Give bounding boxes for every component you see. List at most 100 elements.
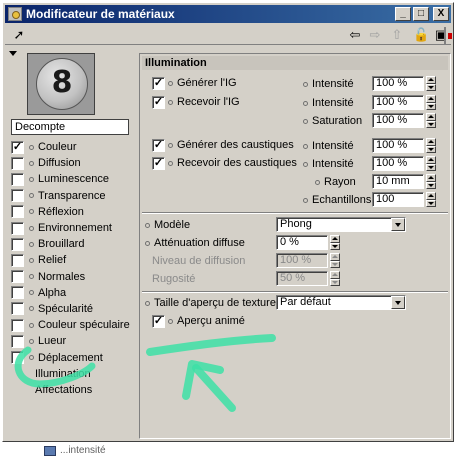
recevoir-caustiques-checkbox[interactable]: ✓ [152,156,165,170]
keyframe-dot[interactable] [29,322,34,328]
channel-item[interactable]: Relief [11,252,135,268]
saturation-field[interactable]: 100 % [372,113,424,128]
keyframe-dot[interactable] [168,99,173,105]
generer-caustiques-row[interactable]: ✓ Générer des caustiques [152,138,294,152]
gi-intensite-1-stepper[interactable] [426,76,436,91]
lock-icon[interactable]: 🔓 [413,27,429,43]
keyframe-dot[interactable] [29,290,34,296]
keyframe-dot[interactable] [29,355,34,361]
keyframe-dot[interactable] [168,142,173,148]
channel-checkbox[interactable]: ✓ [11,140,24,154]
material-preview[interactable]: 8 [27,53,95,115]
resize-handle[interactable] [444,27,452,45]
keyframe-dot[interactable] [145,222,150,228]
keyframe-dot[interactable] [29,274,34,280]
channel-item[interactable]: Brouillard [11,236,135,252]
c-intensite-1-field[interactable]: 100 % [372,138,424,153]
rayon-stepper[interactable] [426,174,436,189]
preview-menu-icon[interactable] [9,51,17,56]
recevoir-ig-row[interactable]: ✓ Recevoir l'IG [152,95,240,109]
channel-item[interactable]: Spécularité [11,301,135,317]
back-arrow-icon[interactable]: ⇦ [347,27,363,43]
c-intensite-2-field[interactable]: 100 % [372,156,424,171]
c-intensite-1-stepper[interactable] [426,138,436,153]
keyframe-dot[interactable] [29,193,34,199]
keyframe-dot[interactable] [29,338,34,344]
channel-item[interactable]: Environnement [11,220,135,236]
channel-item[interactable]: Diffusion [11,155,135,171]
echantillons-stepper[interactable] [426,192,436,207]
channel-checkbox[interactable] [11,302,24,316]
attenuation-stepper[interactable] [330,235,340,250]
keyframe-dot[interactable] [29,225,34,231]
taille-apercu-dropdown[interactable]: Par défaut [276,295,406,310]
titlebar[interactable]: Modificateur de matériaux _ □ X [5,5,451,23]
keyframe-dot[interactable] [303,100,308,106]
keyframe-dot[interactable] [303,118,308,124]
keyframe-dot[interactable] [303,81,308,87]
channel-checkbox[interactable] [11,156,24,170]
channel-checkbox[interactable] [11,189,24,203]
generer-caustiques-checkbox[interactable]: ✓ [152,138,165,152]
channel-item[interactable]: Déplacement [11,349,135,365]
channel-item[interactable]: Affectations [11,382,135,398]
channel-checkbox[interactable] [11,237,24,251]
pointer-icon[interactable]: ➚ [11,27,27,43]
keyframe-dot[interactable] [145,240,150,246]
channel-item[interactable]: Réflexion [11,204,135,220]
channel-checkbox[interactable] [11,172,24,186]
apercu-anime-checkbox[interactable]: ✓ [152,314,165,328]
channel-checkbox[interactable] [11,253,24,267]
channel-checkbox[interactable] [11,270,24,284]
channel-checkbox[interactable] [11,286,24,300]
channel-item[interactable]: Illumination [11,366,135,382]
keyframe-dot[interactable] [29,306,34,312]
channel-item[interactable]: Couleur spéculaire [11,317,135,333]
maximize-button[interactable]: □ [413,7,429,21]
apercu-anime-row[interactable]: ✓ Aperçu animé [152,314,245,328]
keyframe-dot[interactable] [315,179,320,185]
keyframe-dot[interactable] [168,80,173,86]
keyframe-dot[interactable] [29,176,34,182]
keyframe-dot[interactable] [29,144,34,150]
gi-intensite-2-field[interactable]: 100 % [372,95,424,110]
generer-ig-row[interactable]: ✓ Générer l'IG [152,76,237,90]
channel-item[interactable]: Transparence [11,188,135,204]
close-button[interactable]: X [433,7,449,21]
channel-item[interactable]: ✓ Couleur [11,139,135,155]
keyframe-dot[interactable] [29,257,34,263]
keyframe-dot[interactable] [168,160,173,166]
material-name-field[interactable]: Decompte [11,119,129,135]
keyframe-dot[interactable] [303,161,308,167]
echantillons-field[interactable]: 100 [372,192,424,207]
gi-intensite-2-stepper[interactable] [426,95,436,110]
forward-arrow-icon[interactable]: ⇨ [367,27,383,43]
channel-item[interactable]: Luminescence [11,171,135,187]
channel-item[interactable]: Normales [11,269,135,285]
up-arrow-icon[interactable]: ⇧ [389,27,405,43]
recevoir-caustiques-row[interactable]: ✓ Recevoir des caustiques [152,156,297,170]
channel-checkbox[interactable] [11,334,24,348]
recevoir-ig-checkbox[interactable]: ✓ [152,95,165,109]
c-intensite-2-stepper[interactable] [426,156,436,171]
chevron-down-icon[interactable] [391,296,405,309]
keyframe-dot[interactable] [29,241,34,247]
channel-checkbox[interactable] [11,221,24,235]
modele-dropdown[interactable]: Phong [276,217,406,232]
keyframe-dot[interactable] [168,318,173,324]
channel-checkbox[interactable] [11,205,24,219]
gi-intensite-1-field[interactable]: 100 % [372,76,424,91]
generer-ig-checkbox[interactable]: ✓ [152,76,165,90]
channel-item[interactable]: Lueur [11,333,135,349]
chevron-down-icon[interactable] [391,218,405,231]
channel-item[interactable]: Alpha [11,285,135,301]
keyframe-dot[interactable] [303,197,308,203]
channel-checkbox[interactable] [11,318,24,332]
channel-checkbox[interactable] [11,351,24,365]
keyframe-dot[interactable] [29,160,34,166]
minimize-button[interactable]: _ [395,7,411,21]
attenuation-field[interactable]: 0 % [276,235,328,250]
saturation-stepper[interactable] [426,113,436,128]
keyframe-dot[interactable] [29,209,34,215]
keyframe-dot[interactable] [303,143,308,149]
